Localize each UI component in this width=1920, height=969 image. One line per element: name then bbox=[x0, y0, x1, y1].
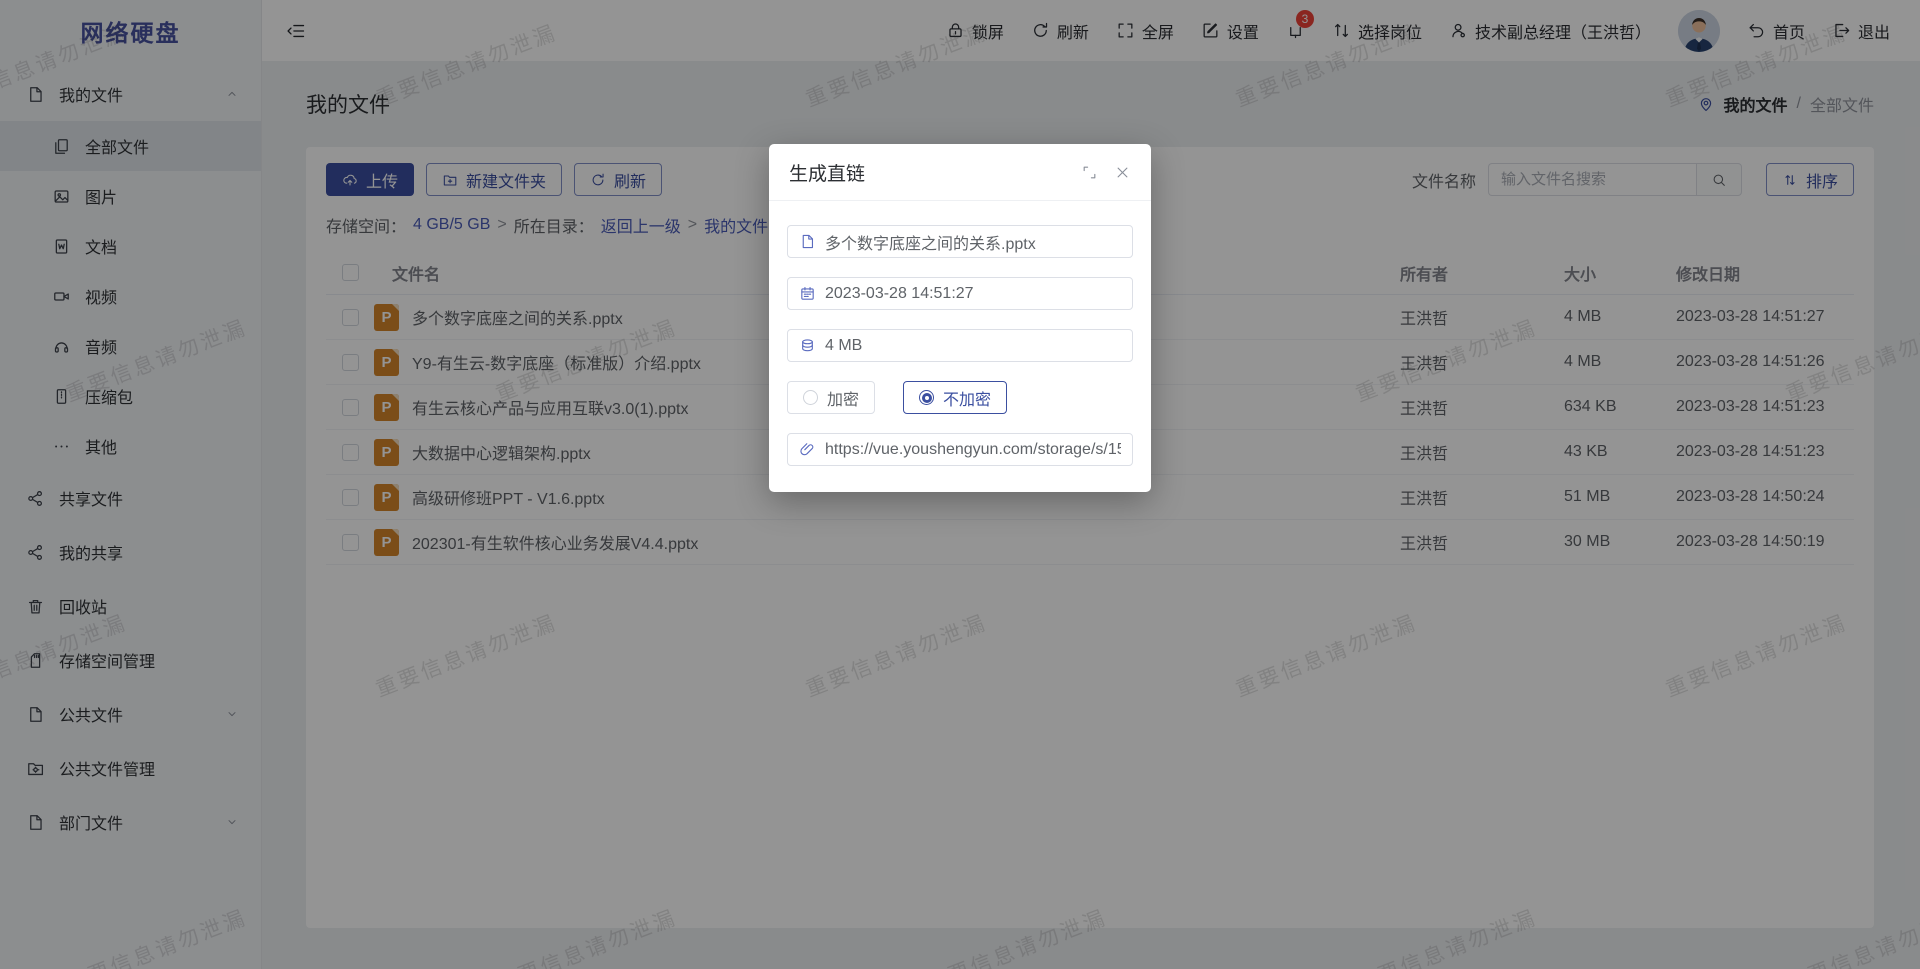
encrypt-radio-label: 加密 bbox=[827, 386, 859, 410]
file-size-value: 4 MB bbox=[825, 337, 862, 355]
modal-title: 生成直链 bbox=[789, 159, 865, 186]
expand-icon[interactable] bbox=[1081, 164, 1098, 181]
file-name-field[interactable]: 多个数字底座之间的关系.pptx bbox=[787, 225, 1133, 258]
encrypt-radio[interactable]: 加密 bbox=[787, 381, 875, 414]
direct-link-value: https://vue.youshengyun.com/storage/s/15… bbox=[825, 441, 1121, 459]
paperclip-icon bbox=[799, 441, 816, 458]
radio-circle-icon bbox=[803, 390, 818, 405]
no-encrypt-radio[interactable]: 不加密 bbox=[903, 381, 1007, 414]
close-icon[interactable] bbox=[1114, 164, 1131, 181]
encrypt-option-group: 加密 不加密 bbox=[787, 381, 1133, 414]
direct-link-field[interactable]: https://vue.youshengyun.com/storage/s/15… bbox=[787, 433, 1133, 466]
calendar-icon bbox=[799, 285, 816, 302]
generate-link-modal: 生成直链 多个数字底座之间的关系.pptx 2023-03-28 14:51:2… bbox=[769, 144, 1151, 492]
no-encrypt-radio-label: 不加密 bbox=[943, 386, 991, 410]
modal-body: 多个数字底座之间的关系.pptx 2023-03-28 14:51:27 4 M… bbox=[769, 201, 1151, 492]
file-size-field[interactable]: 4 MB bbox=[787, 329, 1133, 362]
modified-date-field[interactable]: 2023-03-28 14:51:27 bbox=[787, 277, 1133, 310]
file-name-value: 多个数字底座之间的关系.pptx bbox=[825, 230, 1036, 254]
radio-circle-icon bbox=[919, 390, 934, 405]
database-icon bbox=[799, 337, 816, 354]
modal-header: 生成直链 bbox=[769, 144, 1151, 201]
modified-date-value: 2023-03-28 14:51:27 bbox=[825, 285, 974, 303]
file-icon bbox=[799, 233, 816, 250]
